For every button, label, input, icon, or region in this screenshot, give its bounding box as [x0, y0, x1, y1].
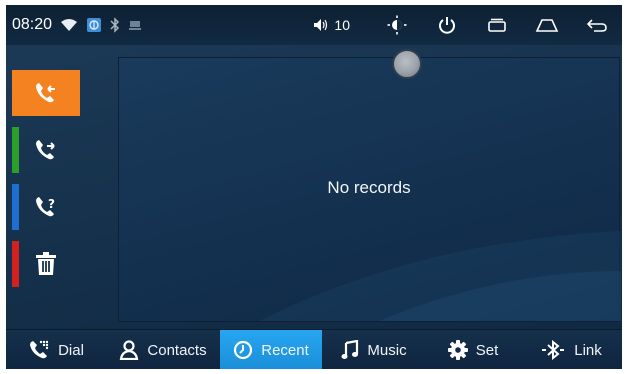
sidebar-item-delete[interactable]: [12, 241, 80, 287]
trash-icon: [36, 252, 56, 275]
sidebar-item-outgoing-calls[interactable]: [12, 127, 80, 173]
home-icon[interactable]: [522, 5, 572, 45]
tab-label-set: Set: [475, 341, 499, 359]
tab-dial[interactable]: Dial: [6, 330, 106, 369]
sidebar-item-missed-calls[interactable]: ?: [12, 184, 80, 230]
records-panel: No records: [118, 57, 621, 322]
sim-icon: [86, 17, 102, 33]
tab-recent[interactable]: Recent: [220, 330, 322, 369]
sidebar-item-incoming-calls[interactable]: [12, 70, 80, 116]
call-filter-sidebar: ?: [12, 70, 80, 298]
status-bar: 08:20 10: [6, 5, 622, 45]
speaker-icon: [314, 19, 328, 31]
tab-label-link: Link: [574, 341, 602, 359]
delete-accent-bar: [12, 241, 19, 287]
svg-text:?: ?: [48, 197, 55, 211]
clock-icon: [234, 340, 253, 360]
bluetooth-icon: [110, 17, 120, 33]
power-icon[interactable]: [422, 5, 472, 45]
usb-icon: [128, 18, 142, 32]
screen: 08:20 10 ? No records Dial Contacts Rece…: [6, 5, 622, 369]
call-incoming-icon: [36, 83, 55, 103]
bluetooth-link-icon: [542, 340, 565, 360]
tab-music[interactable]: Music: [322, 330, 426, 369]
tab-label-contacts: Contacts: [147, 341, 207, 359]
empty-state-message: No records: [327, 178, 411, 197]
volume-level: 10: [334, 17, 350, 33]
bottom-tab-bar: Dial Contacts Recent Music Set Link: [6, 329, 622, 369]
music-note-icon: [341, 340, 359, 359]
outgoing-accent-bar: [12, 127, 19, 173]
back-icon[interactable]: [572, 5, 622, 45]
gear-icon: [447, 340, 468, 360]
tab-contacts[interactable]: Contacts: [106, 330, 220, 369]
wifi-icon: [60, 18, 78, 32]
recent-apps-icon[interactable]: [472, 5, 522, 45]
status-time: 08:20: [12, 16, 53, 33]
call-missed-icon: ?: [36, 197, 55, 217]
tab-link[interactable]: Link: [520, 330, 622, 369]
call-outgoing-icon: [36, 140, 55, 160]
dialpad-phone-icon: [30, 340, 49, 359]
volume-indicator: 10: [313, 17, 350, 33]
brightness-icon[interactable]: [372, 5, 422, 45]
tab-label-recent: Recent: [261, 341, 309, 359]
tab-set[interactable]: Set: [426, 330, 520, 369]
background-swoosh: [259, 231, 621, 321]
floating-drag-handle[interactable]: [392, 49, 422, 79]
tab-label-dial: Dial: [58, 341, 84, 359]
person-icon: [120, 340, 139, 360]
tab-label-music: Music: [367, 341, 407, 359]
missed-accent-bar: [12, 184, 19, 230]
